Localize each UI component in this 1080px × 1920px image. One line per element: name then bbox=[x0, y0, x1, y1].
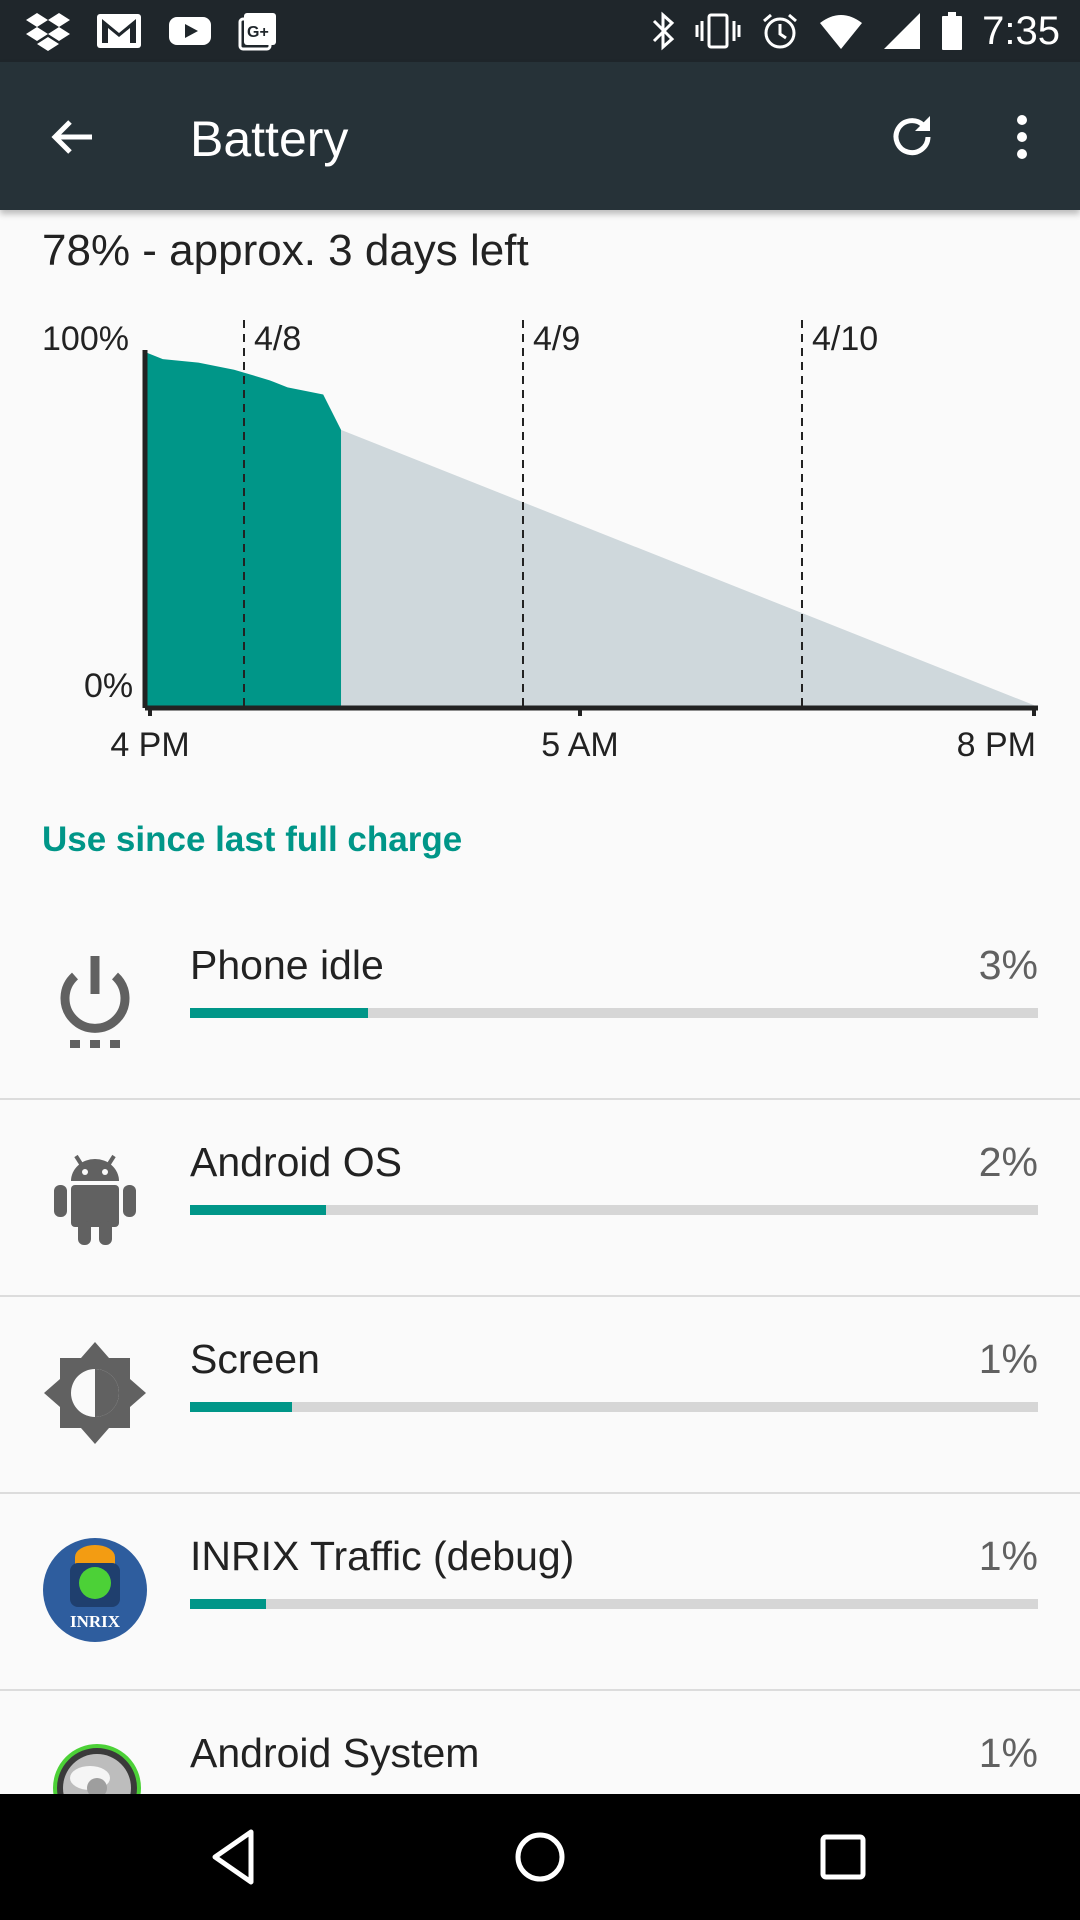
inrix-app-icon: INRIX bbox=[40, 1535, 150, 1645]
refresh-icon[interactable] bbox=[886, 110, 940, 164]
date-marker-label: 4/10 bbox=[812, 320, 878, 358]
clock: 7:35 bbox=[982, 8, 1060, 53]
battery-history-chart[interactable]: 100% 0% 4/8 4/9 4/10 4 PM 5 AM 8 PM bbox=[0, 300, 1080, 780]
y-tick-label: 100% bbox=[42, 320, 129, 358]
usage-bar-fill bbox=[190, 1205, 326, 1215]
app-name: Android OS bbox=[190, 1139, 402, 1185]
status-bar: G+ 7:35 bbox=[0, 0, 1080, 62]
svg-text:G+: G+ bbox=[247, 24, 269, 41]
app-name: Phone idle bbox=[190, 942, 384, 988]
usage-bar bbox=[190, 1205, 1038, 1215]
gmail-icon bbox=[97, 14, 141, 48]
signal-icon bbox=[884, 13, 921, 49]
google-plus-icon: G+ bbox=[238, 13, 276, 51]
date-marker-label: 4/8 bbox=[254, 320, 301, 358]
section-title: Use since last full charge bbox=[42, 820, 463, 859]
app-name: Android System bbox=[190, 1730, 480, 1776]
dropbox-icon bbox=[26, 13, 70, 51]
nav-recents-icon[interactable] bbox=[810, 1824, 876, 1890]
y-tick-label: 0% bbox=[84, 667, 133, 705]
navigation-bar bbox=[0, 1794, 1080, 1920]
date-marker-label: 4/9 bbox=[533, 320, 580, 358]
app-percent: 1% bbox=[978, 1730, 1038, 1776]
app-percent: 1% bbox=[978, 1336, 1038, 1382]
youtube-icon bbox=[169, 17, 211, 45]
usage-bar-fill bbox=[190, 1402, 292, 1412]
app-toolbar: Battery bbox=[0, 62, 1080, 210]
usage-bar-fill bbox=[190, 1008, 369, 1018]
bluetooth-icon bbox=[653, 11, 675, 51]
app-name: INRIX Traffic (debug) bbox=[190, 1533, 575, 1579]
app-usage-row[interactable]: Android OS 2% bbox=[0, 1101, 1080, 1297]
page-title: Battery bbox=[190, 111, 349, 167]
battery-icon bbox=[942, 12, 963, 50]
usage-bar bbox=[190, 1599, 1038, 1609]
app-usage-row[interactable]: Phone idle 3% bbox=[0, 904, 1080, 1100]
x-tick-label: 4 PM bbox=[110, 726, 189, 764]
nav-back-icon[interactable] bbox=[203, 1824, 269, 1890]
app-percent: 1% bbox=[978, 1533, 1038, 1579]
wifi-icon bbox=[820, 15, 863, 49]
nav-home-icon[interactable] bbox=[507, 1824, 573, 1890]
usage-bar bbox=[190, 1008, 1038, 1018]
more-vert-icon[interactable] bbox=[1002, 110, 1042, 164]
app-name: Screen bbox=[190, 1336, 320, 1382]
android-icon bbox=[40, 1141, 150, 1251]
usage-bar bbox=[190, 1402, 1038, 1412]
system-status-icons: 7:35 bbox=[650, 0, 1060, 62]
brightness-icon bbox=[40, 1338, 150, 1448]
arrow-back-icon[interactable] bbox=[46, 110, 100, 164]
x-tick-label: 5 AM bbox=[541, 726, 618, 764]
x-tick-label: 8 PM bbox=[957, 726, 1036, 764]
projected-area bbox=[341, 429, 1036, 706]
app-usage-row[interactable]: Screen 1% bbox=[0, 1298, 1080, 1494]
alarm-icon bbox=[763, 13, 798, 49]
app-percent: 2% bbox=[978, 1139, 1038, 1185]
usage-bar-fill bbox=[190, 1599, 267, 1609]
app-usage-row[interactable]: INRIX INRIX Traffic (debug) 1% bbox=[0, 1495, 1080, 1691]
vibrate-icon bbox=[695, 13, 741, 49]
power-icon bbox=[40, 944, 150, 1054]
app-percent: 3% bbox=[978, 942, 1038, 988]
battery-summary: 78% - approx. 3 days left bbox=[42, 226, 529, 275]
svg-text:INRIX: INRIX bbox=[70, 1612, 121, 1631]
notification-icons: G+ bbox=[26, 8, 278, 54]
